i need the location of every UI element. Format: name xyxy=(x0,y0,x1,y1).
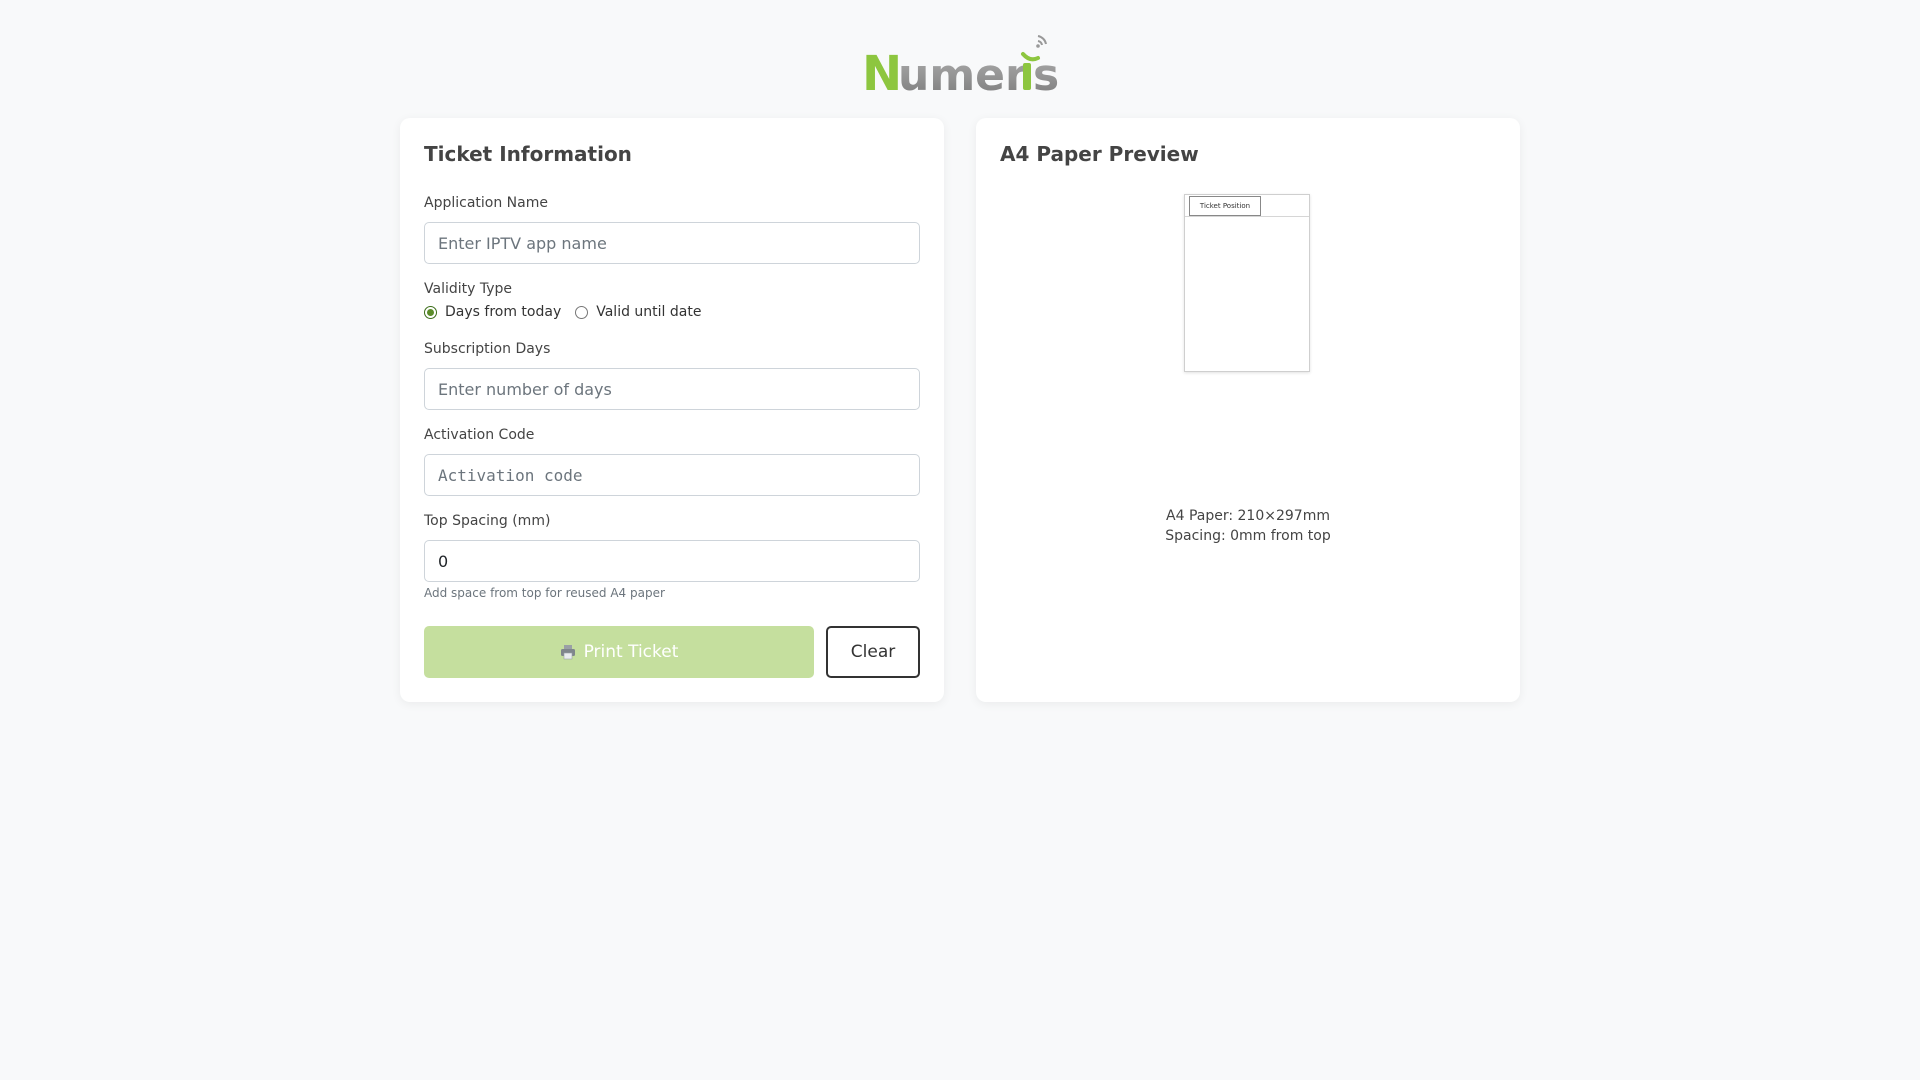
form-title: Ticket Information xyxy=(424,142,632,166)
subscription-days-label: Subscription Days xyxy=(424,341,551,357)
clear-button[interactable]: Clear xyxy=(826,626,920,678)
subscription-days-input[interactable] xyxy=(424,368,920,410)
top-spacing-label: Top Spacing (mm) xyxy=(424,513,551,529)
app-name-input[interactable] xyxy=(424,222,920,264)
print-ticket-button[interactable]: Print Ticket xyxy=(424,626,814,678)
a4-paper-preview: Ticket Position xyxy=(1184,194,1310,372)
validity-type-group: Days from today Valid until date xyxy=(424,304,715,320)
radio-days-from-today[interactable]: Days from today xyxy=(424,304,561,320)
printer-icon xyxy=(560,645,575,660)
logo: N umer s xyxy=(0,30,1920,95)
activation-code-input[interactable] xyxy=(424,454,920,496)
top-spacing-hint: Add space from top for reused A4 paper xyxy=(424,586,665,600)
app-name-label: Application Name xyxy=(424,195,548,211)
print-ticket-label: Print Ticket xyxy=(583,642,679,662)
svg-text:s: s xyxy=(1033,50,1059,95)
preview-title: A4 Paper Preview xyxy=(1000,142,1199,166)
spacing-text: Spacing: 0mm from top xyxy=(1165,528,1331,544)
radio-checked-icon[interactable] xyxy=(424,305,437,319)
ticket-position-box: Ticket Position xyxy=(1189,196,1261,216)
numeris-logo: N umer s xyxy=(862,35,1059,95)
top-spacing-input[interactable] xyxy=(424,540,920,582)
activation-code-label: Activation Code xyxy=(424,427,535,443)
radio-valid-until-date[interactable]: Valid until date xyxy=(575,304,701,320)
paper-info: A4 Paper: 210×297mm Spacing: 0mm from to… xyxy=(976,506,1520,546)
paper-size-text: A4 Paper: 210×297mm xyxy=(1166,508,1330,524)
ticket-band: Ticket Position xyxy=(1185,195,1309,217)
preview-card: A4 Paper Preview Ticket Position A4 Pape… xyxy=(976,118,1520,702)
svg-text:N: N xyxy=(862,46,902,95)
radio-valid-until-date-label: Valid until date xyxy=(596,304,702,320)
svg-text:umer: umer xyxy=(898,50,1027,95)
ticket-form-card: Ticket Information Application Name Vali… xyxy=(400,118,944,702)
validity-type-label: Validity Type xyxy=(424,281,513,297)
radio-unchecked-icon[interactable] xyxy=(575,305,589,319)
radio-days-from-today-label: Days from today xyxy=(445,304,562,320)
